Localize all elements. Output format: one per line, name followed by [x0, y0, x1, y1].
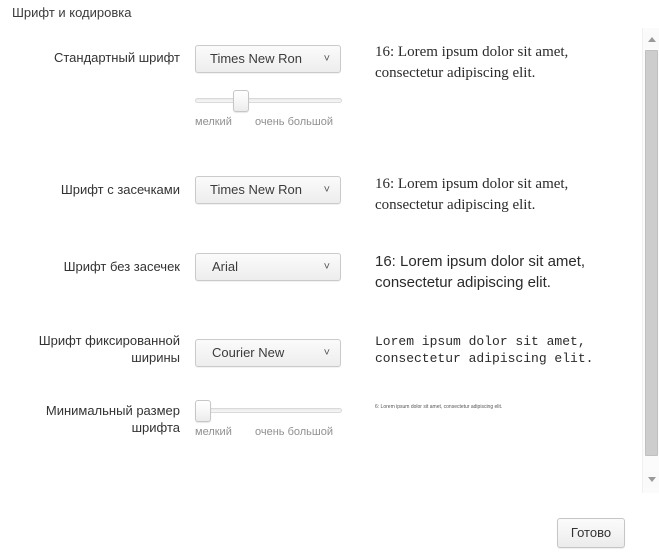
slider-thumb[interactable]: [195, 400, 211, 422]
scrollbar-thumb[interactable]: [645, 50, 658, 456]
setting-row-sans-serif-font: Шрифт без засечек Arial ˅ 16: Lorem ipsu…: [0, 236, 631, 313]
scroll-up-arrow-icon[interactable]: [644, 32, 659, 48]
settings-list: Стандартный шрифт Times New Ron ˅ мелкий…: [0, 28, 631, 493]
page-title: Шрифт и кодировка: [12, 5, 132, 20]
slider-max-label: очень большой: [255, 116, 333, 128]
setting-row-serif-font: Шрифт с засечками Times New Ron ˅ 16: Lo…: [0, 159, 631, 236]
setting-row-standard-font: Стандартный шрифт Times New Ron ˅ мелкий…: [0, 28, 631, 138]
sans-serif-font-dropdown[interactable]: Arial ˅: [195, 253, 341, 281]
serif-font-dropdown-value: Times New Ron: [210, 182, 302, 197]
fixed-width-font-preview: Lorem ipsum dolor sit amet, consectetur …: [375, 334, 594, 366]
serif-font-dropdown[interactable]: Times New Ron ˅: [195, 176, 341, 204]
minimum-font-size-slider-legend: мелкий очень большой: [195, 426, 345, 440]
setting-row-encoding: Кодировка Unicode (UTF-8) ˅: [0, 473, 631, 493]
sans-serif-font-preview: 16: Lorem ipsum dolor sit amet, consecte…: [375, 253, 586, 291]
fixed-width-font-label: Шрифт фиксированной ширины: [38, 333, 180, 365]
serif-font-label: Шрифт с засечками: [60, 182, 180, 197]
standard-font-label: Стандартный шрифт: [53, 50, 180, 65]
standard-font-size-slider[interactable]: [195, 90, 342, 112]
standard-font-preview: 16: Lorem ipsum dolor sit amet, consecte…: [375, 44, 569, 81]
slider-thumb[interactable]: [233, 90, 249, 112]
serif-font-preview: 16: Lorem ipsum dolor sit amet, consecte…: [375, 176, 569, 213]
vertical-scrollbar[interactable]: [642, 28, 659, 493]
minimum-font-size-label: Минимальный размер шрифта: [45, 403, 180, 435]
slider-track: [195, 408, 342, 413]
dialog-footer: Готово: [0, 493, 659, 558]
standard-font-dropdown[interactable]: Times New Ron ˅: [195, 45, 341, 73]
triangle-up-glyph: [648, 37, 656, 42]
slider-max-label: очень большой: [255, 426, 333, 438]
slider-track: [195, 98, 342, 103]
scroll-down-arrow-icon[interactable]: [644, 472, 659, 488]
done-button[interactable]: Готово: [557, 518, 625, 548]
setting-row-fixed-width-font: Шрифт фиксированной ширины Courier New ˅…: [0, 313, 631, 390]
chevron-down-icon: ˅: [323, 184, 330, 196]
standard-font-dropdown-value: Times New Ron: [210, 51, 302, 66]
sans-serif-font-dropdown-value: Arial: [212, 259, 239, 274]
slider-min-label: мелкий: [195, 426, 232, 438]
sans-serif-font-label: Шрифт без засечек: [63, 259, 180, 274]
slider-min-label: мелкий: [195, 116, 232, 128]
triangle-down-glyph: [648, 477, 656, 482]
setting-row-minimum-font-size: Минимальный размер шрифта мелкий очень б…: [0, 390, 631, 450]
chevron-down-icon: ˅: [323, 347, 330, 359]
minimum-font-size-slider[interactable]: [195, 400, 342, 422]
chevron-down-icon: ˅: [323, 53, 330, 65]
standard-font-slider-legend: мелкий очень большой: [195, 116, 345, 130]
chevron-down-icon: ˅: [323, 261, 330, 273]
minimum-font-size-preview: 6: Lorem ipsum dolor sit amet, consectet…: [375, 404, 503, 410]
fixed-width-font-dropdown-value: Courier New: [212, 345, 285, 360]
fixed-width-font-dropdown[interactable]: Courier New ˅: [195, 339, 341, 367]
settings-scroll-viewport: Стандартный шрифт Times New Ron ˅ мелкий…: [0, 28, 631, 493]
